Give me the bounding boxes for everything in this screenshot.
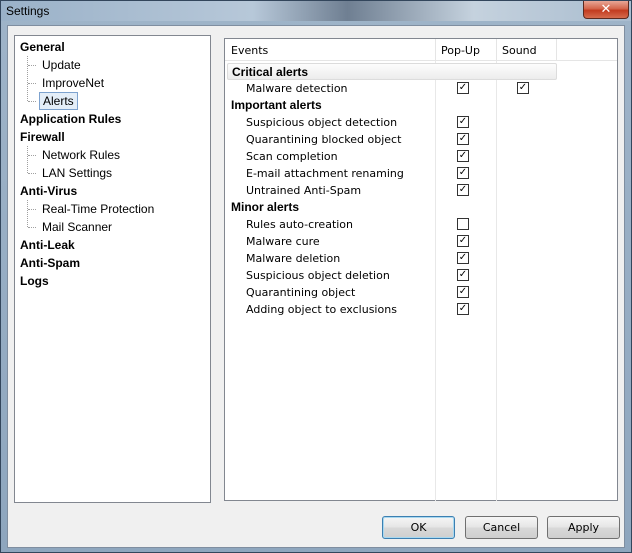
header-divider [496, 39, 497, 61]
tree-connector [28, 173, 36, 174]
close-icon: ✕ [600, 2, 612, 17]
event-label-suspicious-object-deletion: Suspicious object deletion [246, 269, 390, 282]
event-label-rules-auto-creation: Rules auto-creation [246, 218, 354, 231]
window-title: Settings [6, 4, 50, 18]
check-icon: ✓ [518, 82, 528, 93]
column-header-popup[interactable]: Pop-Up [441, 44, 480, 57]
check-icon: ✓ [458, 116, 468, 127]
title-bar[interactable]: Settings ✕ [1, 1, 631, 21]
tree-connector [27, 146, 28, 173]
event-label-suspicious-object-detection: Suspicious object detection [246, 116, 398, 129]
tree-connector [28, 65, 36, 66]
tree-item-alerts[interactable]: Alerts [39, 92, 78, 110]
check-icon: ✓ [458, 303, 468, 314]
check-icon: ✓ [458, 184, 468, 195]
tree-group-general[interactable]: General [20, 38, 65, 56]
table-header: Events Pop-Up Sound [225, 39, 617, 61]
tree-connector [28, 101, 36, 102]
popup-checkbox-suspicious-object-deletion[interactable]: ✓ [457, 269, 469, 281]
cancel-button[interactable]: Cancel [465, 516, 538, 539]
tree-group-anti-spam[interactable]: Anti-Spam [20, 254, 80, 272]
popup-checkbox-suspicious-object-detection[interactable]: ✓ [457, 116, 469, 128]
popup-checkbox-malware-deletion[interactable]: ✓ [457, 252, 469, 264]
tree-connector [28, 83, 36, 84]
event-label-e-mail-attachment-renaming: E-mail attachment renaming [246, 167, 404, 180]
event-label-malware-detection: Malware detection [246, 82, 348, 95]
tree-group-application-rules[interactable]: Application Rules [20, 110, 121, 128]
tree-item-real-time-protection[interactable]: Real-Time Protection [39, 200, 157, 218]
tree-connector [27, 200, 28, 227]
check-icon: ✓ [458, 133, 468, 144]
column-divider [496, 61, 497, 501]
section-critical-alerts: Critical alerts [227, 63, 557, 80]
tree-item-mail-scanner[interactable]: Mail Scanner [39, 218, 115, 236]
column-header-events[interactable]: Events [231, 44, 268, 57]
check-icon: ✓ [458, 286, 468, 297]
settings-tree: General Update ImproveNet Alerts Application… [14, 35, 211, 503]
close-button[interactable]: ✕ [583, 1, 629, 19]
popup-checkbox-untrained-anti-spam[interactable]: ✓ [457, 184, 469, 196]
check-icon: ✓ [458, 150, 468, 161]
event-label-adding-object-to-exclusions: Adding object to exclusions [246, 303, 397, 316]
popup-checkbox-rules-auto-creation[interactable] [457, 218, 469, 230]
check-icon: ✓ [458, 235, 468, 246]
tree-connector [28, 209, 36, 210]
popup-checkbox-malware-cure[interactable]: ✓ [457, 235, 469, 247]
tree-connector [28, 155, 36, 156]
event-label-scan-completion: Scan completion [246, 150, 338, 163]
event-label-malware-cure: Malware cure [246, 235, 320, 248]
event-label-malware-deletion: Malware deletion [246, 252, 341, 265]
column-divider [435, 61, 436, 501]
apply-button[interactable]: Apply [547, 516, 620, 539]
ok-button[interactable]: OK [382, 516, 455, 539]
dialog-body: General Update ImproveNet Alerts Application… [7, 25, 625, 548]
alerts-table: Events Pop-Up Sound Critical alerts Malwa… [224, 38, 618, 501]
popup-checkbox-scan-completion[interactable]: ✓ [457, 150, 469, 162]
header-divider [435, 39, 436, 61]
check-icon: ✓ [458, 167, 468, 178]
tree-group-firewall[interactable]: Firewall [20, 128, 65, 146]
popup-checkbox-adding-object-to-exclusions[interactable]: ✓ [457, 303, 469, 315]
tree-item-improvenet[interactable]: ImproveNet [39, 74, 107, 92]
tree-connector [27, 56, 28, 101]
popup-checkbox-quarantining-object[interactable]: ✓ [457, 286, 469, 298]
tree-group-anti-leak[interactable]: Anti-Leak [20, 236, 75, 254]
header-divider [556, 39, 557, 61]
column-header-sound[interactable]: Sound [502, 44, 537, 57]
tree-connector [28, 227, 36, 228]
popup-checkbox-quarantining-blocked-object[interactable]: ✓ [457, 133, 469, 145]
check-icon: ✓ [458, 252, 468, 263]
section-minor-alerts: Minor alerts [231, 200, 300, 214]
settings-window: Settings ✕ General Update ImproveNet Alerts… [0, 0, 632, 553]
tree-item-network-rules[interactable]: Network Rules [39, 146, 123, 164]
event-label-quarantining-object: Quarantining object [246, 286, 356, 299]
sound-checkbox-malware-detection[interactable]: ✓ [517, 82, 529, 94]
section-important-alerts: Important alerts [231, 98, 322, 112]
tree-group-logs[interactable]: Logs [20, 272, 49, 290]
check-icon: ✓ [458, 269, 468, 280]
popup-checkbox-e-mail-attachment-renaming[interactable]: ✓ [457, 167, 469, 179]
tree-group-anti-virus[interactable]: Anti-Virus [20, 182, 77, 200]
tree-item-lan-settings[interactable]: LAN Settings [39, 164, 115, 182]
event-label-untrained-anti-spam: Untrained Anti-Spam [246, 184, 362, 197]
popup-checkbox-malware-detection[interactable]: ✓ [457, 82, 469, 94]
check-icon: ✓ [458, 82, 468, 93]
tree-item-update[interactable]: Update [39, 56, 84, 74]
event-label-quarantining-blocked-object: Quarantining blocked object [246, 133, 402, 146]
